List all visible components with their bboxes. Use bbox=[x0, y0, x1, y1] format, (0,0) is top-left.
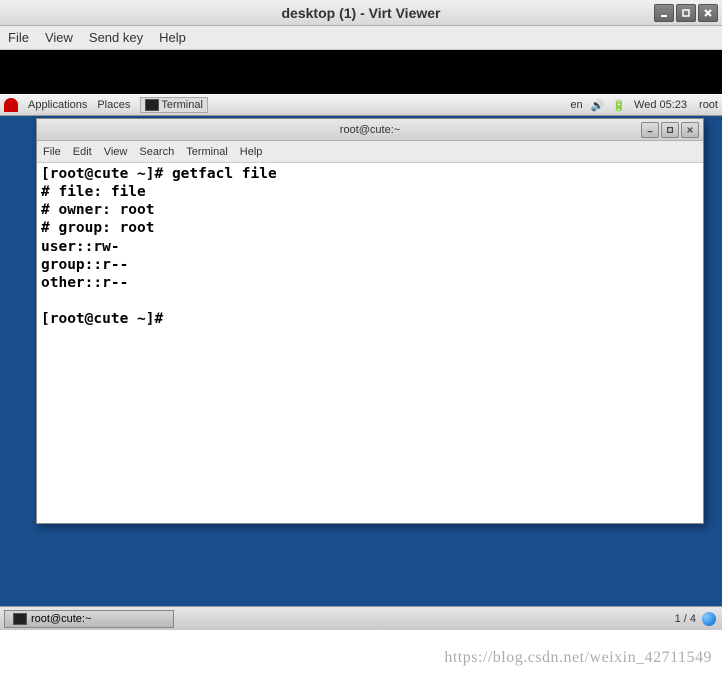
virt-window-controls bbox=[654, 4, 718, 22]
terminal-menu-terminal[interactable]: Terminal bbox=[186, 146, 228, 158]
terminal-icon bbox=[145, 99, 159, 111]
battery-icon[interactable]: 🔋 bbox=[612, 99, 626, 112]
virt-menu-sendkey[interactable]: Send key bbox=[89, 30, 143, 45]
terminal-menu-help[interactable]: Help bbox=[240, 146, 263, 158]
workspace-indicator[interactable]: 1 / 4 bbox=[675, 613, 696, 625]
places-menu[interactable]: Places bbox=[97, 99, 130, 111]
virt-menu-help[interactable]: Help bbox=[159, 30, 186, 45]
terminal-launcher-label: Terminal bbox=[161, 99, 203, 111]
redhat-icon bbox=[4, 98, 18, 112]
terminal-menu-file[interactable]: File bbox=[43, 146, 61, 158]
terminal-window-controls bbox=[641, 122, 699, 138]
minimize-button[interactable] bbox=[654, 4, 674, 22]
watermark: https://blog.csdn.net/weixin_42711549 bbox=[444, 649, 712, 667]
terminal-maximize-button[interactable] bbox=[661, 122, 679, 138]
user-menu[interactable]: root bbox=[699, 99, 718, 111]
maximize-button[interactable] bbox=[676, 4, 696, 22]
lang-indicator[interactable]: en bbox=[570, 99, 582, 111]
terminal-menu-view[interactable]: View bbox=[104, 146, 128, 158]
virt-menu-file[interactable]: File bbox=[8, 30, 29, 45]
taskbar-terminal-item[interactable]: root@cute:~ bbox=[4, 610, 174, 628]
terminal-menubar: File Edit View Search Terminal Help bbox=[37, 141, 703, 163]
guest-bottom-panel: root@cute:~ 1 / 4 bbox=[0, 606, 722, 630]
close-button[interactable] bbox=[698, 4, 718, 22]
virt-viewer-titlebar: desktop (1) - Virt Viewer bbox=[0, 0, 722, 26]
applications-menu[interactable]: Applications bbox=[28, 99, 87, 111]
virt-viewer-title: desktop (1) - Virt Viewer bbox=[282, 5, 441, 21]
guest-top-panel: Applications Places Terminal en 🔊 🔋 Wed … bbox=[0, 94, 722, 116]
terminal-launcher[interactable]: Terminal bbox=[140, 97, 208, 113]
taskbar-terminal-icon bbox=[13, 613, 27, 625]
volume-icon[interactable]: 🔊 bbox=[591, 99, 605, 112]
clock[interactable]: Wed 05:23 bbox=[634, 99, 687, 111]
terminal-close-button[interactable] bbox=[681, 122, 699, 138]
virt-viewer-menubar: File View Send key Help bbox=[0, 26, 722, 50]
black-letterbox bbox=[0, 50, 722, 94]
terminal-title: root@cute:~ bbox=[340, 124, 400, 136]
taskbar-item-label: root@cute:~ bbox=[31, 613, 91, 625]
terminal-content[interactable]: [root@cute ~]# getfacl file # file: file… bbox=[37, 163, 703, 523]
terminal-window: root@cute:~ File Edit View Search Termin… bbox=[36, 118, 704, 524]
virt-menu-view[interactable]: View bbox=[45, 30, 73, 45]
terminal-menu-edit[interactable]: Edit bbox=[73, 146, 92, 158]
terminal-minimize-button[interactable] bbox=[641, 122, 659, 138]
guest-desktop[interactable]: root@cute:~ File Edit View Search Termin… bbox=[0, 116, 722, 606]
terminal-titlebar[interactable]: root@cute:~ bbox=[37, 119, 703, 141]
terminal-menu-search[interactable]: Search bbox=[139, 146, 174, 158]
notification-icon[interactable] bbox=[702, 612, 716, 626]
